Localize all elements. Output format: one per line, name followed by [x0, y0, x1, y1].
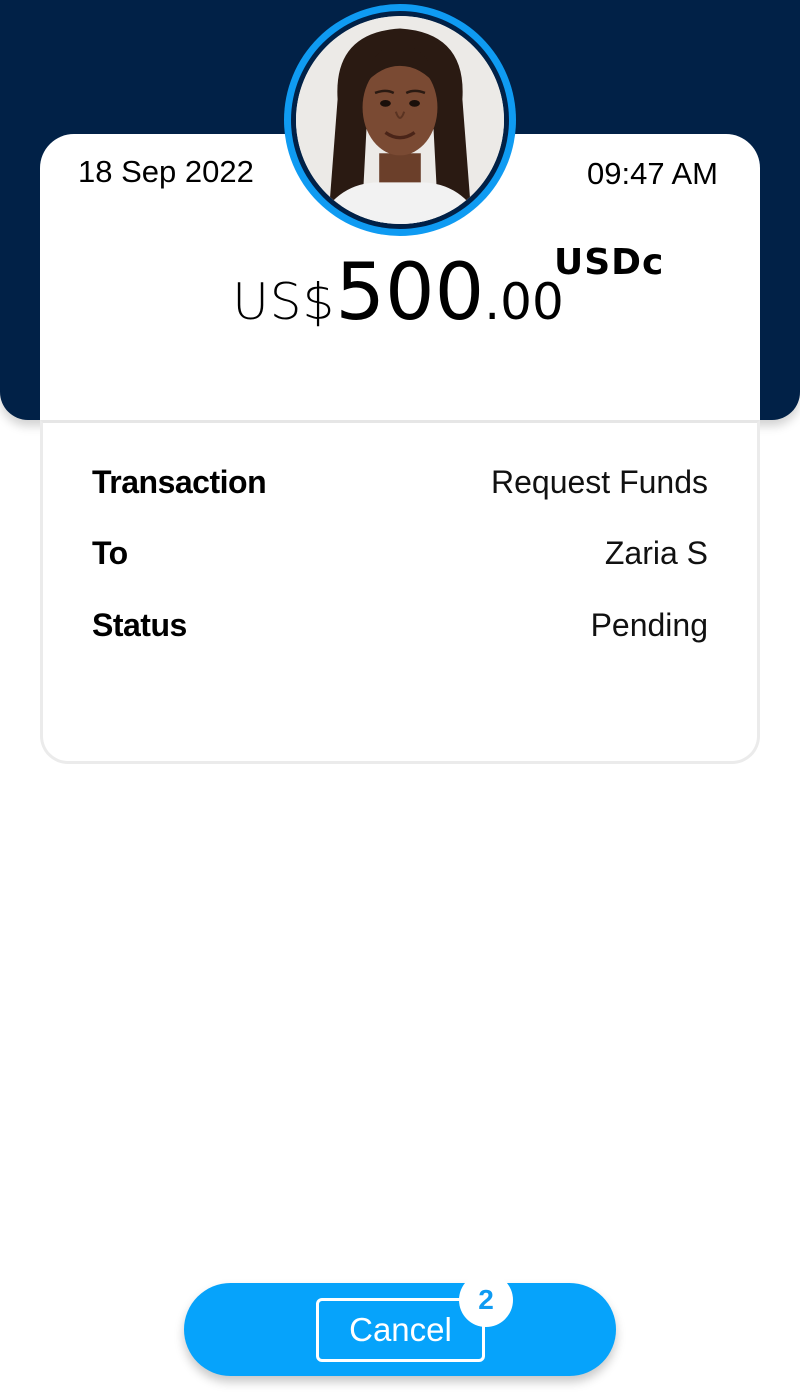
amount-prefix: US$	[232, 273, 336, 331]
detail-label: Status	[92, 606, 187, 643]
detail-value: Zaria S	[604, 534, 708, 571]
detail-row-transaction: Transaction Request Funds	[92, 462, 708, 502]
transaction-time: 09:47 AM	[587, 156, 718, 191]
detail-label: Transaction	[92, 463, 267, 500]
detail-value: Request Funds	[490, 463, 708, 500]
person-portrait-icon	[296, 16, 504, 224]
avatar-border	[291, 11, 509, 229]
detail-row-to: To Zaria S	[92, 533, 708, 573]
currency-code: USDc	[554, 242, 665, 283]
amount-decimal: .00	[484, 273, 564, 331]
transaction-detail-screen: 18 Sep 2022 09:47 AM US$500.00 USDc Tran…	[0, 0, 800, 1400]
avatar-photo	[296, 16, 504, 224]
detail-label: To	[92, 534, 128, 571]
step-badge: 2	[459, 1273, 513, 1327]
amount-whole: 500	[335, 248, 485, 338]
detail-value: Pending	[590, 606, 708, 643]
detail-row-status: Status Pending	[92, 605, 708, 645]
transaction-amount: US$500.00	[0, 248, 800, 338]
avatar[interactable]	[284, 4, 516, 236]
transaction-date: 18 Sep 2022	[78, 154, 254, 189]
